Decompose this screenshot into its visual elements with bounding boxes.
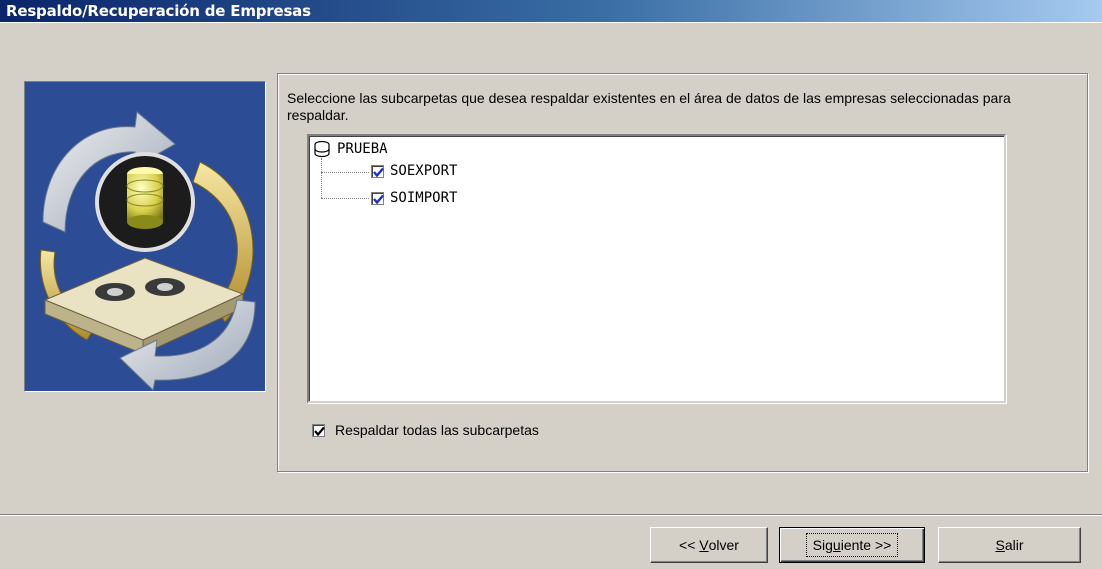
back-button[interactable]: << Volver (650, 527, 768, 563)
tree-connector-2 (321, 198, 369, 199)
exit-button[interactable]: Salir (938, 527, 1081, 563)
back-button-rest: olver (708, 537, 739, 553)
tree-node-label: SOEXPORT (390, 163, 458, 179)
next-button[interactable]: Siguiente >> (779, 527, 925, 563)
backup-all-checkbox[interactable] (312, 423, 325, 437)
tree-root-label: PRUEBA (337, 141, 388, 157)
exit-button-mnemonic: S (995, 537, 1005, 553)
backup-illustration (24, 81, 266, 392)
instructions-text: Seleccione las subcarpetas que desea res… (287, 90, 1011, 123)
next-button-mnemonic: u (832, 537, 841, 553)
button-area-separator-highlight (0, 515, 1102, 516)
back-button-prefix: << (679, 537, 700, 553)
tree-node-soimport[interactable]: SOIMPORT (371, 188, 457, 208)
title-separator (0, 22, 1102, 23)
soexport-checkbox[interactable] (371, 164, 384, 178)
back-button-mnemonic: V (699, 537, 709, 553)
tree-root-node[interactable]: PRUEBA (313, 139, 388, 159)
next-button-pre: Sig (812, 537, 833, 553)
check-icon (314, 426, 325, 436)
exit-button-rest: alir (1004, 537, 1024, 553)
tree-connector-vertical (321, 158, 322, 198)
database-icon (314, 140, 330, 158)
window-title: Respaldo/Recuperación de Empresas (6, 2, 311, 20)
next-button-focus: Siguiente >> (805, 533, 899, 557)
tree-connector-1 (321, 172, 369, 173)
subfolder-tree[interactable]: PRUEBA SOEXPORT SOIMPORT (307, 134, 1006, 403)
backup-all-option[interactable]: Respaldar todas las subcarpetas (312, 422, 539, 438)
soimport-checkbox[interactable] (371, 191, 384, 205)
check-icon (373, 167, 384, 177)
next-button-post: iente >> (840, 537, 892, 553)
check-icon (373, 194, 384, 204)
tree-node-label: SOIMPORT (390, 190, 458, 206)
tree-node-soexport[interactable]: SOEXPORT (371, 161, 457, 181)
title-bar: Respaldo/Recuperación de Empresas (0, 0, 1102, 22)
backup-all-label: Respaldar todas las subcarpetas (335, 422, 539, 438)
